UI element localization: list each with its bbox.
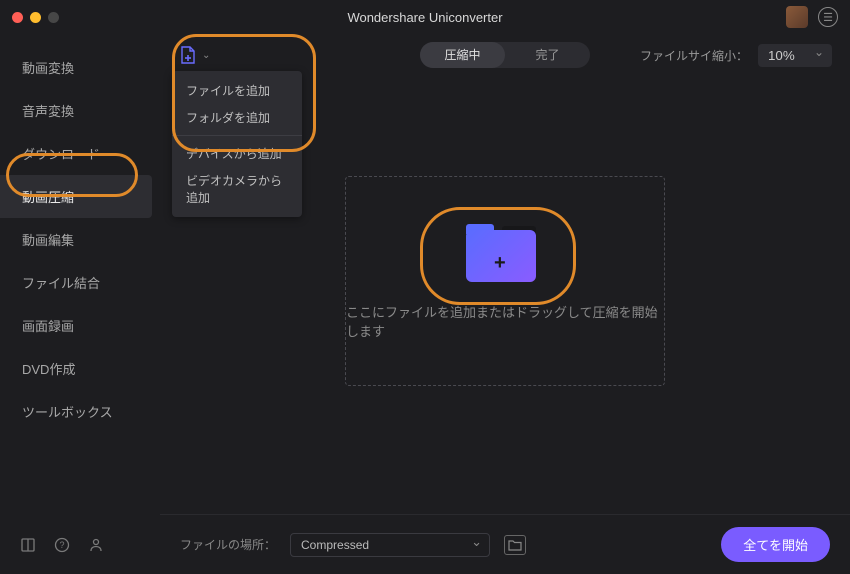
window-controls[interactable] [12,12,59,23]
tab-done[interactable]: 完了 [505,42,590,68]
add-folder-icon[interactable]: + [466,222,544,282]
menu-add-folder[interactable]: フォルダを追加 [172,104,302,131]
sidebar: 動画変換 音声変換 ダウンロード 動画圧縮 動画編集 ファイル結合 画面録画 D… [0,34,160,574]
add-file-button[interactable]: ⌄ [178,45,210,65]
help-icon[interactable]: ? [54,537,70,556]
start-all-button[interactable]: 全てを開始 [721,527,830,562]
plus-icon: + [494,252,506,275]
sidebar-item-audio-convert[interactable]: 音声変換 [0,89,160,132]
size-reduce-label: ファイルサイ縮小： [640,47,748,64]
feedback-icon[interactable]: ☰ [818,7,838,27]
account-icon[interactable] [88,537,104,556]
sidebar-item-toolbox[interactable]: ツールボックス [0,390,160,433]
sidebar-item-download[interactable]: ダウンロード [0,132,160,175]
output-location-label: ファイルの場所： [180,536,276,553]
sidebar-item-video-convert[interactable]: 動画変換 [0,46,160,89]
sidebar-item-video-edit[interactable]: 動画編集 [0,218,160,261]
status-tabs: 圧縮中 完了 [420,42,590,68]
size-reduce-select[interactable]: 10% [758,44,832,67]
add-file-menu: ファイルを追加 フォルダを追加 デバイスから追加 ビデオカメラから追加 [172,71,302,217]
tab-compressing[interactable]: 圧縮中 [420,42,505,68]
svg-text:?: ? [59,540,64,550]
drop-zone-text: ここにファイルを追加またはドラッグして圧縮を開始します [346,302,664,340]
sidebar-item-file-merge[interactable]: ファイル結合 [0,261,160,304]
close-window[interactable] [12,12,23,23]
sidebar-item-screen-record[interactable]: 画面録画 [0,304,160,347]
maximize-window[interactable] [48,12,59,23]
minimize-window[interactable] [30,12,41,23]
menu-add-file[interactable]: ファイルを追加 [172,77,302,104]
sidebar-item-dvd[interactable]: DVD作成 [0,347,160,390]
chevron-down-icon: ⌄ [202,50,210,61]
user-avatar[interactable] [786,6,808,28]
app-title: Wondershare Uniconverter [0,10,850,25]
open-folder-button[interactable] [504,535,526,555]
drop-zone[interactable]: + ここにファイルを追加またはドラッグして圧縮を開始します [345,176,665,386]
output-location-select[interactable]: Compressed [290,533,490,557]
sidebar-item-video-compress[interactable]: 動画圧縮 [0,175,152,218]
menu-add-device[interactable]: デバイスから追加 [172,140,302,167]
book-icon[interactable] [20,537,36,556]
menu-add-camera[interactable]: ビデオカメラから追加 [172,167,302,211]
